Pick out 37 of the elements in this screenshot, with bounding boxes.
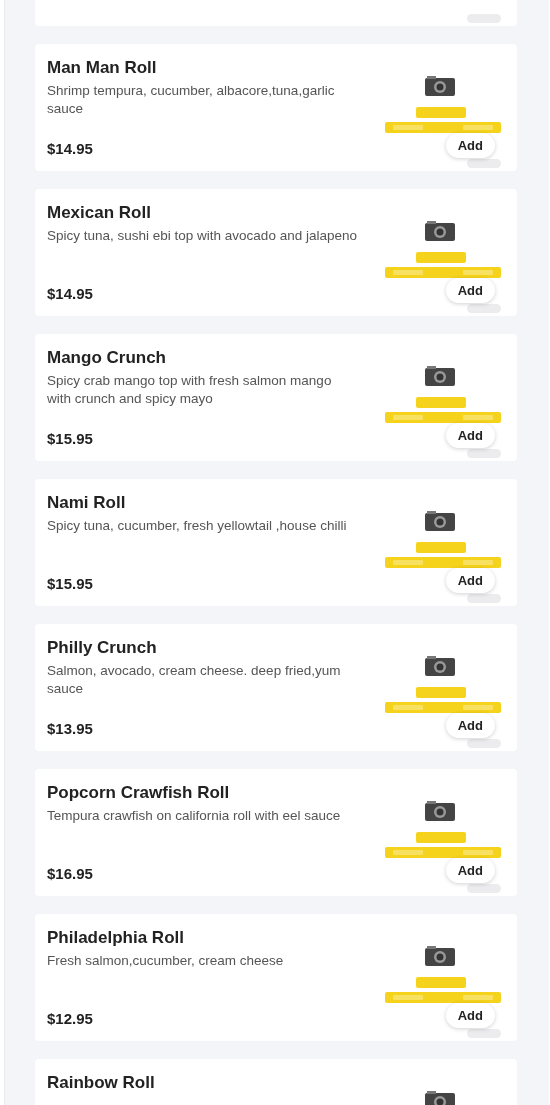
- camera-icon: [425, 366, 455, 386]
- item-price: $15.95: [47, 429, 93, 449]
- camera-icon: [425, 656, 455, 676]
- camera-icon: [425, 511, 455, 531]
- item-name: Popcorn Crawfish Roll: [47, 783, 230, 803]
- item-name: Nami Roll: [47, 493, 126, 513]
- add-button[interactable]: Add: [445, 278, 495, 303]
- add-button[interactable]: Add: [445, 133, 495, 158]
- camera-icon: [425, 76, 455, 96]
- add-button[interactable]: Add: [445, 713, 495, 738]
- item-description: Salmon, avocado, cream cheese. deep fried,yum sauce: [47, 662, 342, 698]
- camera-icon: [425, 1091, 455, 1105]
- item-description: Shrimp tempura, cucumber, albacore,tuna,garlic sauce: [47, 82, 336, 118]
- item-name: Rainbow Roll: [47, 1073, 155, 1093]
- item-price: $12.95: [47, 1009, 93, 1029]
- item-price: $13.95: [47, 719, 93, 739]
- item-price: $15.95: [47, 574, 93, 594]
- item-name: Man Man Roll: [47, 58, 157, 78]
- add-button[interactable]: Add: [445, 858, 495, 883]
- item-price: $14.95: [47, 284, 93, 304]
- item-name: Philly Crunch: [47, 638, 157, 658]
- add-button[interactable]: Add: [445, 1003, 495, 1028]
- item-description: Spicy crab mango top with fresh salmon mango with crunch and spicy mayo: [47, 372, 333, 408]
- item-price: $16.95: [47, 864, 93, 884]
- item-description: Spicy tuna, sushi ebi top with avocado and jalapeno: [47, 227, 357, 245]
- camera-icon: [425, 801, 455, 821]
- item-description: Spicy tuna, cucumber, fresh yellowtail ,house chilli: [47, 517, 347, 535]
- item-name: Mexican Roll: [47, 203, 151, 223]
- item-price: $14.95: [47, 139, 93, 159]
- item-description: Fresh salmon,cucumber, cream cheese: [47, 952, 284, 970]
- camera-icon: [425, 221, 455, 241]
- item-name: Mango Crunch: [47, 348, 166, 368]
- add-button[interactable]: Add: [445, 423, 495, 448]
- camera-icon: [425, 946, 455, 966]
- add-button[interactable]: Add: [445, 568, 495, 593]
- item-description: Tempura crawfish on california roll with eel sauce: [47, 807, 341, 825]
- item-name: Philadelphia Roll: [47, 928, 184, 948]
